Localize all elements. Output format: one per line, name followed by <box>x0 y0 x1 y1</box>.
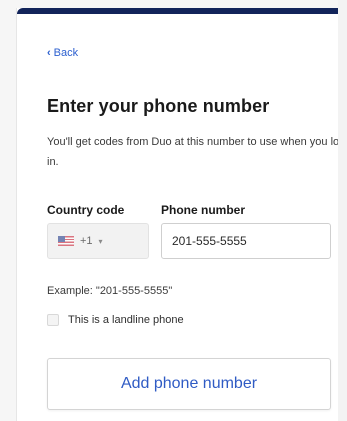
landline-checkbox-row[interactable]: This is a landline phone <box>47 314 184 326</box>
landline-label: This is a landline phone <box>68 314 184 326</box>
country-code-value: +1 <box>80 235 93 247</box>
phone-number-input[interactable] <box>161 223 331 259</box>
landline-checkbox[interactable] <box>47 314 59 326</box>
add-phone-number-button[interactable]: Add phone number <box>47 358 331 410</box>
top-accent-bar <box>17 8 347 14</box>
page-title: Enter your phone number <box>47 96 270 116</box>
right-edge-gutter <box>338 0 347 421</box>
back-label: Back <box>53 47 79 59</box>
us-flag-icon <box>58 236 74 246</box>
page-description: You'll get codes from Duo at this number… <box>47 136 346 168</box>
phone-example-text: Example: "201-555-5555" <box>47 285 173 297</box>
chevron-left-icon: ‹ <box>47 47 51 59</box>
chevron-down-icon: ▾ <box>98 236 103 246</box>
page: ‹ Back Enter your phone number You'll ge… <box>0 0 347 421</box>
back-link[interactable]: ‹ Back <box>47 47 78 59</box>
enrollment-card: ‹ Back Enter your phone number You'll ge… <box>16 8 347 421</box>
phone-number-label: Phone number <box>161 203 246 217</box>
country-code-label: Country code <box>47 203 125 217</box>
country-code-select[interactable]: +1 ▾ <box>47 223 149 259</box>
